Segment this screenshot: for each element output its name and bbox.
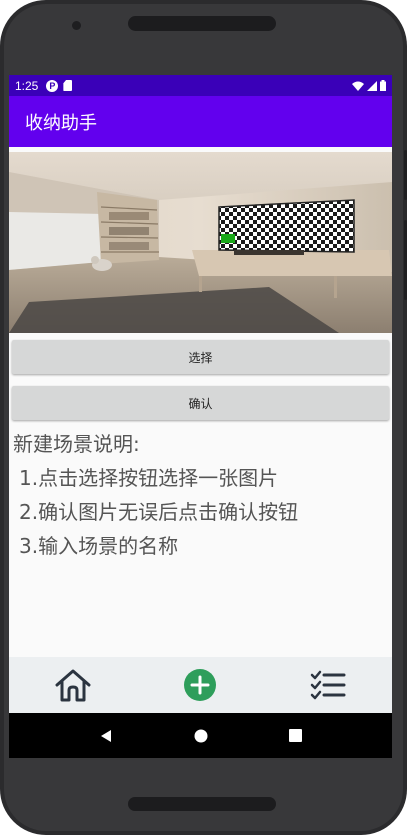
home-icon bbox=[55, 669, 91, 702]
checklist-icon bbox=[310, 670, 346, 700]
play-services-icon: P bbox=[46, 79, 59, 92]
bottom-speaker bbox=[128, 797, 276, 811]
top-speaker bbox=[128, 16, 276, 31]
status-bar: 1:25 P bbox=[9, 75, 392, 96]
bottom-nav bbox=[9, 657, 392, 713]
back-icon[interactable] bbox=[99, 729, 113, 743]
status-time: 1:25 bbox=[15, 78, 39, 93]
scene-image bbox=[9, 152, 392, 333]
app-bar: 收纳助手 bbox=[9, 96, 392, 147]
confirm-button[interactable]: 确认 bbox=[12, 386, 389, 420]
sd-card-icon bbox=[63, 80, 73, 91]
system-nav-bar bbox=[9, 713, 392, 758]
battery-icon bbox=[380, 80, 386, 91]
instruction-step: 1.点击选择按钮选择一张图片 bbox=[19, 466, 279, 490]
instructions-heading: 新建场景说明: bbox=[13, 432, 140, 456]
signal-icon bbox=[367, 80, 377, 91]
app-title: 收纳助手 bbox=[25, 112, 97, 134]
nav-add[interactable] bbox=[170, 661, 230, 709]
phone-frame: 1:25 P 收纳助手 选择 确认 新建场景说明: 1.点击选择按钮选择一张图片… bbox=[0, 0, 407, 835]
screen: 1:25 P 收纳助手 选择 确认 新建场景说明: 1.点击选择按钮选择一张图片… bbox=[9, 75, 392, 758]
status-right bbox=[352, 80, 386, 91]
nav-home[interactable] bbox=[43, 661, 103, 709]
instruction-step: 3.输入场景的名称 bbox=[19, 534, 179, 558]
select-button[interactable]: 选择 bbox=[12, 340, 389, 374]
front-camera bbox=[72, 21, 81, 30]
instructions-block: 新建场景说明: 1.点击选择按钮选择一张图片 2.确认图片无误后点击确认按钮 3… bbox=[13, 427, 388, 563]
recents-icon[interactable] bbox=[288, 729, 302, 742]
wifi-icon bbox=[352, 81, 364, 91]
room-illustration bbox=[9, 152, 392, 333]
home-circle-icon[interactable] bbox=[194, 729, 208, 743]
add-circle-icon bbox=[184, 669, 217, 701]
instruction-step: 2.确认图片无误后点击确认按钮 bbox=[19, 500, 299, 524]
nav-checklist[interactable] bbox=[298, 661, 358, 709]
